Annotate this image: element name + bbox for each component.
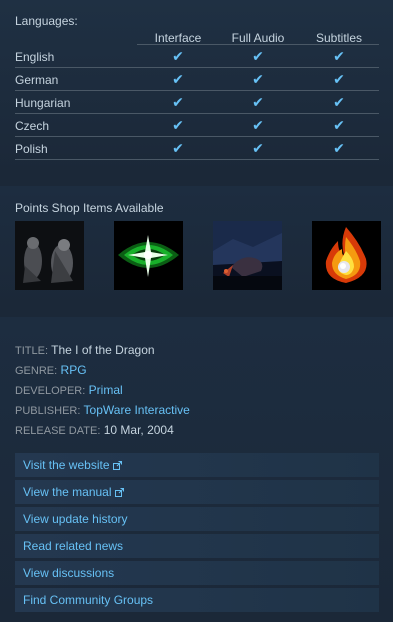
green-eye-icon: [114, 221, 183, 290]
column-full-audio: Full Audio: [231, 31, 285, 45]
title-value: The I of the Dragon: [51, 343, 155, 357]
release-date-label: RELEASE DATE:: [15, 425, 101, 437]
checkmark-icon: ✔: [252, 48, 264, 64]
developer-label: DEVELOPER:: [15, 385, 86, 397]
checkmark-icon: ✔: [172, 94, 184, 110]
view-discussions-link[interactable]: View discussions: [15, 561, 379, 585]
languages-table-header: Interface Full Audio Subtitles: [15, 29, 379, 45]
shop-item-fire-emblem[interactable]: [312, 221, 381, 290]
detail-genre: GENRE: RPG: [15, 363, 190, 383]
links-list: Visit the website View the manual View u…: [15, 453, 379, 615]
checkmark-icon: ✔: [252, 71, 264, 87]
view-manual-link[interactable]: View the manual: [15, 480, 379, 504]
language-row-german: German ✔ ✔ ✔: [15, 68, 379, 91]
checkmark-icon: ✔: [252, 117, 264, 133]
checkmark-icon: ✔: [333, 140, 345, 156]
language-name: German: [15, 73, 59, 87]
shop-item-characters[interactable]: [15, 221, 84, 290]
view-update-history-link[interactable]: View update history: [15, 507, 379, 531]
visit-website-label: Visit the website: [23, 458, 110, 472]
checkmark-icon: ✔: [333, 117, 345, 133]
language-name: Czech: [15, 119, 50, 133]
checkmark-icon: ✔: [252, 140, 264, 156]
detail-publisher: PUBLISHER: TopWare Interactive: [15, 403, 190, 423]
external-link-icon: [114, 486, 124, 500]
read-related-news-link[interactable]: Read related news: [15, 534, 379, 558]
visit-website-link[interactable]: Visit the website: [15, 453, 379, 477]
view-discussions-label: View discussions: [23, 566, 115, 580]
language-row-czech: Czech ✔ ✔ ✔: [15, 114, 379, 137]
game-details-panel: TITLE: The I of the Dragon GENRE: RPG DE…: [0, 317, 393, 622]
details-block: TITLE: The I of the Dragon GENRE: RPG DE…: [15, 343, 190, 443]
languages-table: Interface Full Audio Subtitles English ✔…: [15, 29, 379, 160]
column-interface: Interface: [154, 31, 202, 45]
view-update-history-label: View update history: [23, 512, 128, 526]
checkmark-icon: ✔: [172, 48, 184, 64]
dragon-scene-icon: [213, 221, 282, 290]
detail-release-date: RELEASE DATE: 10 Mar, 2004: [15, 423, 190, 443]
language-row-english: English ✔ ✔ ✔: [15, 45, 379, 68]
checkmark-icon: ✔: [172, 117, 184, 133]
external-link-icon: [112, 459, 122, 473]
developer-link[interactable]: Primal: [89, 383, 123, 397]
detail-developer: DEVELOPER: Primal: [15, 383, 190, 403]
language-name: Polish: [15, 142, 48, 156]
checkmark-icon: ✔: [333, 71, 345, 87]
language-name: Hungarian: [15, 96, 71, 110]
find-community-groups-link[interactable]: Find Community Groups: [15, 588, 379, 612]
language-row-polish: Polish ✔ ✔ ✔: [15, 137, 379, 160]
fire-emblem-icon: [312, 221, 381, 290]
shop-item-green-eye[interactable]: [114, 221, 183, 290]
checkmark-icon: ✔: [333, 48, 345, 64]
points-shop-panel: Points Shop Items Available: [0, 186, 393, 307]
column-subtitles: Subtitles: [315, 31, 363, 45]
read-related-news-label: Read related news: [23, 539, 124, 553]
points-shop-heading: Points Shop Items Available: [15, 201, 164, 215]
title-label: TITLE:: [15, 345, 49, 357]
publisher-link[interactable]: TopWare Interactive: [84, 403, 190, 417]
language-row-hungarian: Hungarian ✔ ✔ ✔: [15, 91, 379, 114]
checkmark-icon: ✔: [252, 94, 264, 110]
checkmark-icon: ✔: [333, 94, 345, 110]
detail-title: TITLE: The I of the Dragon: [15, 343, 190, 363]
shop-item-dragon-scene[interactable]: [213, 221, 282, 290]
characters-artwork-icon: [15, 221, 84, 290]
languages-panel: Languages: Interface Full Audio Subtitle…: [0, 0, 393, 176]
genre-label: GENRE:: [15, 365, 58, 377]
genre-link[interactable]: RPG: [61, 363, 87, 377]
checkmark-icon: ✔: [172, 140, 184, 156]
languages-heading: Languages:: [15, 14, 78, 28]
release-date-value: 10 Mar, 2004: [103, 423, 174, 437]
find-community-groups-label: Find Community Groups: [23, 593, 154, 607]
language-name: English: [15, 50, 55, 64]
checkmark-icon: ✔: [172, 71, 184, 87]
view-manual-label: View the manual: [23, 485, 112, 499]
publisher-label: PUBLISHER:: [15, 405, 81, 417]
